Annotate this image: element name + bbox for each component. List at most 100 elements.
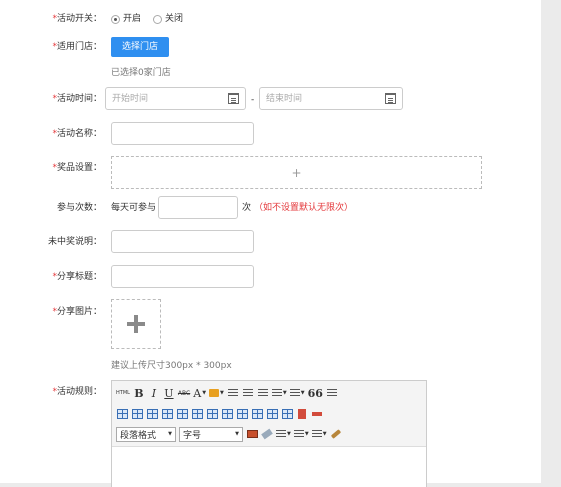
unordered-list-button[interactable]: ▼ xyxy=(271,386,287,400)
letter-spacing-icon xyxy=(276,429,286,439)
vertical-align-icon xyxy=(293,429,304,439)
underline-button[interactable]: U xyxy=(163,386,175,400)
align-left-icon xyxy=(227,388,238,398)
radio-open[interactable]: 开启 xyxy=(111,12,141,26)
share-title-label: *分享标题： xyxy=(52,272,102,282)
strikethrough-button[interactable]: ABC xyxy=(178,386,190,400)
participation-note: （如不设置默认无限次） xyxy=(254,203,354,213)
stores-label: *适用门店： xyxy=(52,42,102,52)
rules-label: *活动规则： xyxy=(52,387,102,397)
merge-cells-icon xyxy=(236,409,248,419)
eraser-button[interactable] xyxy=(261,427,273,441)
editor-content-area[interactable] xyxy=(112,447,426,487)
no-win-label: 未中奖说明： xyxy=(47,237,102,247)
share-title-input[interactable] xyxy=(111,265,254,288)
add-prize-plus: + xyxy=(291,165,302,180)
share-image-label: *分享图片： xyxy=(52,307,102,317)
activity-name-label: *活动名称： xyxy=(52,129,102,139)
row-below-icon xyxy=(161,409,173,419)
table-before-icon xyxy=(312,412,322,416)
rules-rich-editor[interactable]: HTML B I U ABC A ▼ ▼ ▼ ▼ 66 段落格式 ▼ 字号 ▼ … xyxy=(111,380,427,487)
radio-close-dot[interactable] xyxy=(153,14,162,24)
end-time-input[interactable] xyxy=(259,87,403,110)
ordered-list-button[interactable]: ▼ xyxy=(289,386,305,400)
chevron-down-icon: ▼ xyxy=(202,390,207,396)
align-center-button[interactable] xyxy=(242,386,254,400)
delete-table-button[interactable] xyxy=(296,407,308,421)
font-color-glyph: A xyxy=(193,386,202,400)
split-cells-button[interactable] xyxy=(251,407,263,421)
insert-row-above-button[interactable] xyxy=(146,407,158,421)
no-win-input[interactable] xyxy=(111,230,254,253)
paragraph-format-select[interactable]: 段落格式 ▼ xyxy=(116,426,176,442)
page-scroll-gutter xyxy=(541,0,561,487)
highlight-icon xyxy=(209,389,220,397)
chevron-down-icon: ▼ xyxy=(322,431,327,437)
delete-row-button[interactable] xyxy=(176,407,188,421)
insert-table-button[interactable] xyxy=(116,407,128,421)
delete-col-button[interactable] xyxy=(221,407,233,421)
chevron-down-icon: ▼ xyxy=(235,431,239,437)
radio-close-label: 关闭 xyxy=(165,14,184,24)
insert-col-left-button[interactable] xyxy=(191,407,203,421)
share-image-hint: 建议上传尺寸300px * 300px xyxy=(111,361,232,371)
font-size-value: 字号 xyxy=(183,430,202,441)
highlight-color-button[interactable]: ▼ xyxy=(209,386,224,400)
chevron-down-icon: ▼ xyxy=(168,431,172,437)
bold-button[interactable]: B xyxy=(133,386,145,400)
participation-suffix: 次 xyxy=(242,203,252,213)
insert-col-right-button[interactable] xyxy=(206,407,218,421)
format-painter-button[interactable] xyxy=(330,427,342,441)
table-before-button[interactable] xyxy=(311,407,323,421)
blockquote-button[interactable]: 66 xyxy=(308,386,323,400)
align-left-button[interactable] xyxy=(227,386,239,400)
paragraph-format-value: 段落格式 xyxy=(120,430,157,441)
line-height-icon xyxy=(311,429,322,439)
vertical-align-button[interactable]: ▼ xyxy=(293,427,309,441)
editor-toolbar: HTML B I U ABC A ▼ ▼ ▼ ▼ 66 段落格式 ▼ 字号 ▼ … xyxy=(112,381,426,447)
radio-open-dot[interactable] xyxy=(111,14,120,24)
start-calendar-icon[interactable] xyxy=(228,93,239,104)
split-cols-button[interactable] xyxy=(281,407,293,421)
split-cells-icon xyxy=(251,409,263,419)
font-color-button[interactable]: A ▼ xyxy=(193,386,206,400)
indent-icon xyxy=(326,388,337,398)
col-left-icon xyxy=(191,409,203,419)
share-image-upload[interactable] xyxy=(111,299,161,349)
insert-row-below-button[interactable] xyxy=(161,407,173,421)
stores-selected-hint: 已选择0家门店 xyxy=(111,68,171,78)
merge-cells-button[interactable] xyxy=(236,407,248,421)
ordered-list-icon xyxy=(289,388,300,398)
table-props-icon xyxy=(131,409,143,419)
toolbar-row-1: HTML B I U ABC A ▼ ▼ ▼ ▼ 66 xyxy=(116,384,338,402)
activity-time-label: *活动时间： xyxy=(52,94,102,104)
start-time-input[interactable] xyxy=(105,87,246,110)
upload-plus-icon xyxy=(127,315,145,333)
participation-count-input[interactable] xyxy=(158,196,238,219)
radio-open-label: 开启 xyxy=(123,14,142,24)
table-properties-button[interactable] xyxy=(131,407,143,421)
eraser-icon xyxy=(261,428,273,440)
indent-button[interactable] xyxy=(326,386,338,400)
prize-settings-label: *奖品设置： xyxy=(52,163,102,173)
delete-row-icon xyxy=(176,409,188,419)
delete-table-icon xyxy=(298,409,306,419)
select-stores-button[interactable]: 选择门店 xyxy=(111,37,169,57)
chevron-down-icon: ▼ xyxy=(304,431,309,437)
html-source-button[interactable]: HTML xyxy=(116,386,130,400)
activity-name-input[interactable] xyxy=(111,122,254,145)
letter-spacing-button[interactable]: ▼ xyxy=(276,427,291,441)
font-size-select[interactable]: 字号 ▼ xyxy=(179,426,243,442)
align-right-icon xyxy=(257,388,268,398)
toolbar-row-2 xyxy=(116,405,323,423)
chevron-down-icon: ▼ xyxy=(282,390,287,396)
chevron-down-icon: ▼ xyxy=(287,431,291,437)
italic-button[interactable]: I xyxy=(148,386,160,400)
insert-image-button[interactable] xyxy=(246,427,258,441)
line-height-button[interactable]: ▼ xyxy=(311,427,327,441)
add-prize-box[interactable]: + xyxy=(111,156,482,189)
radio-close[interactable]: 关闭 xyxy=(153,12,183,26)
split-rows-button[interactable] xyxy=(266,407,278,421)
align-right-button[interactable] xyxy=(257,386,269,400)
end-calendar-icon[interactable] xyxy=(385,93,396,104)
